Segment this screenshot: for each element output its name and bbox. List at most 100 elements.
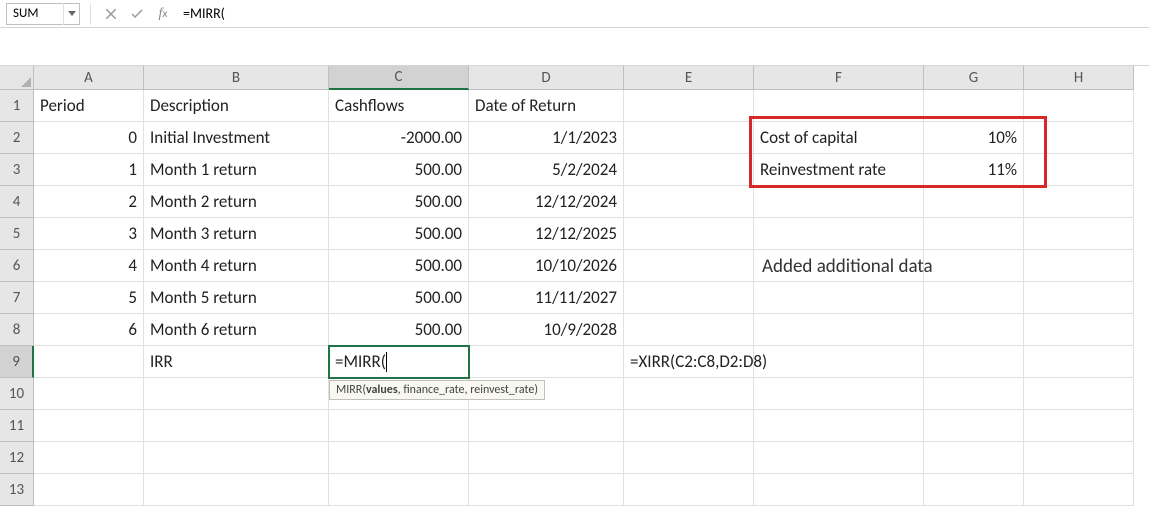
cell-B5[interactable]: Month 3 return xyxy=(144,218,329,250)
cell-G10[interactable] xyxy=(924,378,1024,410)
cell-G7[interactable] xyxy=(924,282,1024,314)
cell-E7[interactable] xyxy=(624,282,754,314)
row-header-12[interactable]: 12 xyxy=(0,442,34,474)
cell-D1[interactable]: Date of Return xyxy=(469,90,624,122)
cell-A5[interactable]: 3 xyxy=(34,218,144,250)
cell-C2[interactable]: -2000.00 xyxy=(329,122,469,154)
col-header-C[interactable]: C xyxy=(329,66,469,90)
cell-G3[interactable]: 11% xyxy=(924,154,1024,186)
accept-button[interactable] xyxy=(127,4,147,24)
col-header-F[interactable]: F xyxy=(754,66,924,90)
cell-H8[interactable] xyxy=(1024,314,1134,346)
cell-G4[interactable] xyxy=(924,186,1024,218)
cell-E12[interactable] xyxy=(624,442,754,474)
cell-B7[interactable]: Month 5 return xyxy=(144,282,329,314)
cell-A10[interactable] xyxy=(34,378,144,410)
col-header-A[interactable]: A xyxy=(34,66,144,90)
cell-G9[interactable] xyxy=(924,346,1024,378)
cell-G2[interactable]: 10% xyxy=(924,122,1024,154)
cell-A3[interactable]: 1 xyxy=(34,154,144,186)
cell-F6[interactable] xyxy=(754,250,924,282)
cell-B3[interactable]: Month 1 return xyxy=(144,154,329,186)
cell-A13[interactable] xyxy=(34,474,144,506)
cell-B11[interactable] xyxy=(144,410,329,442)
cell-F12[interactable] xyxy=(754,442,924,474)
cell-C5[interactable]: 500.00 xyxy=(329,218,469,250)
cell-H1[interactable] xyxy=(1024,90,1134,122)
cell-C4[interactable]: 500.00 xyxy=(329,186,469,218)
cell-F1[interactable] xyxy=(754,90,924,122)
cell-E11[interactable] xyxy=(624,410,754,442)
cell-F7[interactable] xyxy=(754,282,924,314)
cell-C12[interactable] xyxy=(329,442,469,474)
cell-E4[interactable] xyxy=(624,186,754,218)
row-header-6[interactable]: 6 xyxy=(0,250,34,282)
cell-E13[interactable] xyxy=(624,474,754,506)
cell-D11[interactable] xyxy=(469,410,624,442)
cell-H12[interactable] xyxy=(1024,442,1134,474)
row-header-13[interactable]: 13 xyxy=(0,474,34,506)
formula-input[interactable] xyxy=(179,5,1143,22)
cell-B2[interactable]: Initial Investment xyxy=(144,122,329,154)
cell-E9[interactable]: =XIRR(C2:C8,D2:D8) xyxy=(624,346,754,378)
row-header-3[interactable]: 3 xyxy=(0,154,34,186)
cell-H5[interactable] xyxy=(1024,218,1134,250)
cell-B12[interactable] xyxy=(144,442,329,474)
cell-F3[interactable]: Reinvestment rate xyxy=(754,154,924,186)
select-all-cell[interactable] xyxy=(0,66,34,90)
cell-H4[interactable] xyxy=(1024,186,1134,218)
col-header-D[interactable]: D xyxy=(469,66,624,90)
cell-A6[interactable]: 4 xyxy=(34,250,144,282)
cell-F13[interactable] xyxy=(754,474,924,506)
cell-F2[interactable]: Cost of capital xyxy=(754,122,924,154)
cell-F4[interactable] xyxy=(754,186,924,218)
cell-A2[interactable]: 0 xyxy=(34,122,144,154)
cell-G8[interactable] xyxy=(924,314,1024,346)
cell-B10[interactable] xyxy=(144,378,329,410)
col-header-E[interactable]: E xyxy=(624,66,754,90)
insert-function-button[interactable]: fx xyxy=(153,4,173,24)
cell-G1[interactable] xyxy=(924,90,1024,122)
cell-A8[interactable]: 6 xyxy=(34,314,144,346)
cell-E2[interactable] xyxy=(624,122,754,154)
cell-A9[interactable] xyxy=(34,346,144,378)
cancel-button[interactable] xyxy=(101,4,121,24)
row-header-7[interactable]: 7 xyxy=(0,282,34,314)
col-header-B[interactable]: B xyxy=(144,66,329,90)
cell-B13[interactable] xyxy=(144,474,329,506)
row-header-4[interactable]: 4 xyxy=(0,186,34,218)
row-header-8[interactable]: 8 xyxy=(0,314,34,346)
cell-B4[interactable]: Month 2 return xyxy=(144,186,329,218)
cell-F5[interactable] xyxy=(754,218,924,250)
cell-C1[interactable]: Cashflows xyxy=(329,90,469,122)
cell-G13[interactable] xyxy=(924,474,1024,506)
col-header-G[interactable]: G xyxy=(924,66,1024,90)
cell-C11[interactable] xyxy=(329,410,469,442)
cell-A1[interactable]: Period xyxy=(34,90,144,122)
row-header-11[interactable]: 11 xyxy=(0,410,34,442)
cell-G6[interactable] xyxy=(924,250,1024,282)
cell-C8[interactable]: 500.00 xyxy=(329,314,469,346)
cell-D3[interactable]: 5/2/2024 xyxy=(469,154,624,186)
cell-H11[interactable] xyxy=(1024,410,1134,442)
cell-B6[interactable]: Month 4 return xyxy=(144,250,329,282)
cell-C6[interactable]: 500.00 xyxy=(329,250,469,282)
cell-H10[interactable] xyxy=(1024,378,1134,410)
cell-C7[interactable]: 500.00 xyxy=(329,282,469,314)
cell-F11[interactable] xyxy=(754,410,924,442)
col-header-H[interactable]: H xyxy=(1024,66,1134,90)
cell-E3[interactable] xyxy=(624,154,754,186)
cell-F10[interactable] xyxy=(754,378,924,410)
name-box-input[interactable] xyxy=(7,6,63,21)
cell-H6[interactable] xyxy=(1024,250,1134,282)
row-header-5[interactable]: 5 xyxy=(0,218,34,250)
cell-E5[interactable] xyxy=(624,218,754,250)
cell-A11[interactable] xyxy=(34,410,144,442)
row-header-9[interactable]: 9 xyxy=(0,346,34,378)
name-box[interactable] xyxy=(6,3,80,25)
cell-D7[interactable]: 11/11/2027 xyxy=(469,282,624,314)
cell-A4[interactable]: 2 xyxy=(34,186,144,218)
row-header-10[interactable]: 10 xyxy=(0,378,34,410)
cell-C9[interactable]: =MIRR( MIRR(values, finance_rate, reinve… xyxy=(329,346,469,378)
cell-D12[interactable] xyxy=(469,442,624,474)
